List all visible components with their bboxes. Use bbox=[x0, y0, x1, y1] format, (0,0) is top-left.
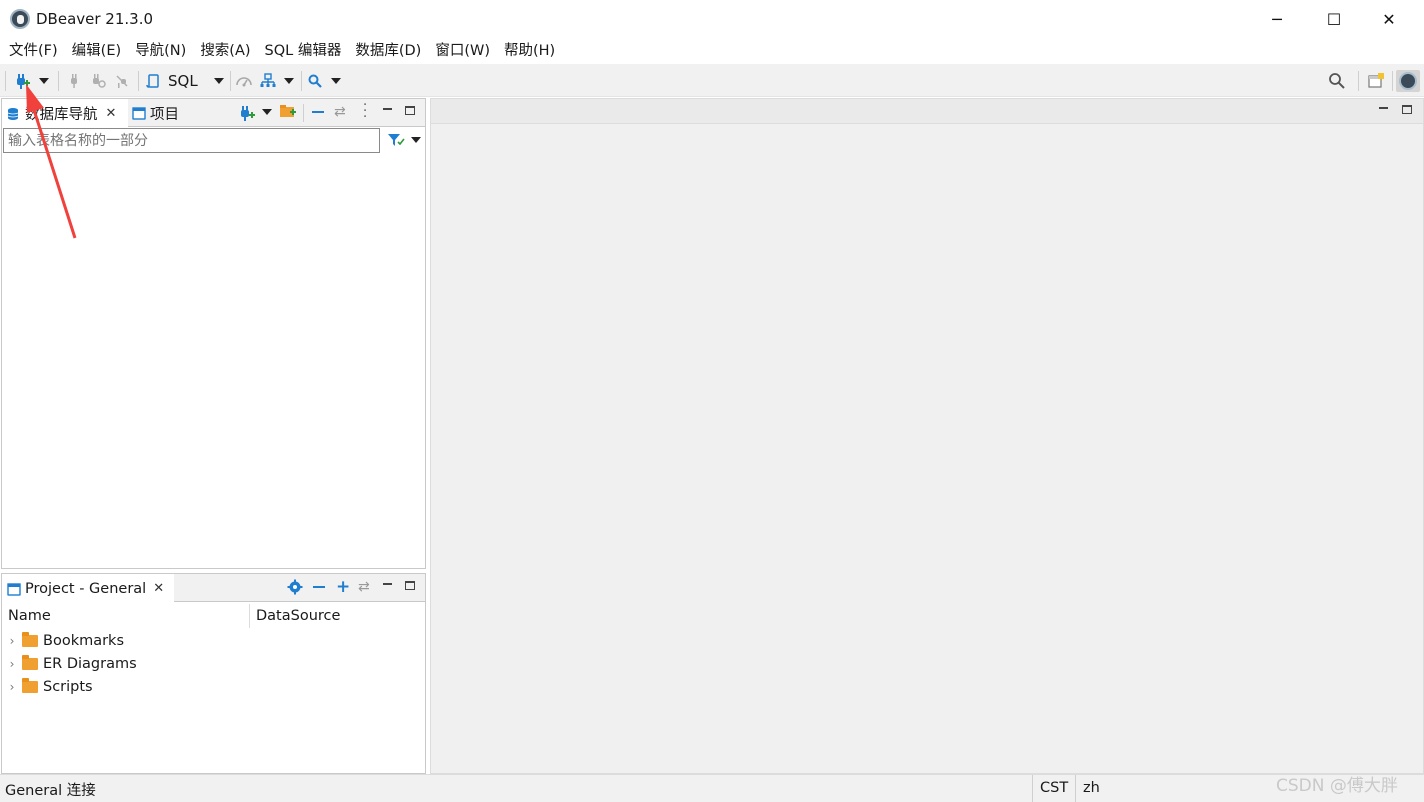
commit-mode-dropdown[interactable] bbox=[281, 70, 297, 92]
global-search-button[interactable] bbox=[1326, 70, 1348, 92]
search-icon bbox=[1329, 73, 1345, 89]
new-connection-dropdown[interactable] bbox=[262, 109, 272, 115]
project-icon bbox=[7, 582, 21, 596]
toolbar-separator bbox=[301, 71, 302, 91]
scripts-folder-icon bbox=[22, 677, 38, 693]
view-menu-icon[interactable]: · · · bbox=[363, 99, 367, 124]
maximize-button[interactable]: ☐ bbox=[1311, 0, 1357, 38]
link-with-editor-icon[interactable]: ⇄ bbox=[358, 579, 370, 595]
search-icon bbox=[308, 74, 322, 88]
editor-tabstrip bbox=[431, 99, 1423, 124]
active-project-status: General 连接 bbox=[5, 783, 96, 799]
plug-plus-icon bbox=[241, 106, 255, 121]
chevron-right-icon[interactable]: › bbox=[2, 657, 22, 671]
minimize-view-icon[interactable] bbox=[383, 108, 392, 110]
sql-script-icon bbox=[146, 74, 159, 88]
menu-bar: 文件(F) 编辑(E) 导航(N) 搜索(A) SQL 编辑器 数据库(D) 窗… bbox=[0, 38, 1424, 64]
main-toolbar: SQL bbox=[0, 64, 1424, 97]
tree-item-label: ER Diagrams bbox=[43, 655, 137, 672]
sql-editor-dropdown[interactable] bbox=[211, 70, 227, 92]
column-header-name[interactable]: Name bbox=[8, 604, 51, 628]
menu-database[interactable]: 数据库(D) bbox=[348, 38, 428, 64]
tree-item-er-diagrams[interactable]: › ER Diagrams bbox=[2, 652, 137, 675]
link-with-editor-icon[interactable]: ⇄ bbox=[334, 104, 346, 120]
menu-window[interactable]: 窗口(W) bbox=[428, 38, 497, 64]
minimize-button[interactable]: ─ bbox=[1254, 0, 1300, 38]
network-icon bbox=[260, 73, 276, 87]
watermark: CSDN @傅大胖 bbox=[1276, 776, 1398, 796]
locale-status: zh bbox=[1075, 775, 1105, 802]
close-icon[interactable]: ✕ bbox=[153, 581, 164, 596]
timezone-status: CST bbox=[1032, 775, 1074, 802]
open-perspective-icon bbox=[1368, 73, 1384, 88]
collapse-all-icon[interactable] bbox=[313, 586, 325, 588]
new-folder-icon bbox=[280, 105, 296, 117]
maximize-view-icon[interactable] bbox=[405, 581, 415, 590]
chevron-right-icon[interactable]: › bbox=[2, 680, 22, 694]
filter-options-button[interactable] bbox=[387, 132, 405, 152]
tree-item-label: Bookmarks bbox=[43, 632, 125, 649]
tab-label: Project - General bbox=[25, 580, 147, 597]
toolbar-separator bbox=[1392, 71, 1393, 91]
menu-navigate[interactable]: 导航(N) bbox=[128, 38, 193, 64]
menu-search[interactable]: 搜索(A) bbox=[193, 38, 257, 64]
chevron-down-icon bbox=[214, 78, 224, 84]
chevron-down-icon bbox=[284, 78, 294, 84]
filter-icon bbox=[388, 134, 405, 146]
minimize-view-icon[interactable] bbox=[1379, 107, 1388, 109]
annotation-arrow bbox=[26, 84, 77, 239]
sql-editor-button[interactable]: SQL bbox=[146, 70, 206, 92]
title-bar: DBeaver 21.3.0 ─ ☐ ✕ bbox=[0, 0, 1424, 38]
tree-item-bookmarks[interactable]: › Bookmarks bbox=[2, 629, 124, 652]
minimize-view-icon[interactable] bbox=[383, 583, 392, 585]
maximize-view-icon[interactable] bbox=[1402, 105, 1412, 114]
dbeaver-logo-icon bbox=[1399, 72, 1417, 90]
toolbar-separator bbox=[230, 71, 231, 91]
column-header-datasource[interactable]: DataSource bbox=[256, 604, 340, 628]
chevron-down-icon bbox=[411, 137, 421, 143]
new-folder-button[interactable] bbox=[279, 103, 297, 123]
search-button[interactable] bbox=[305, 70, 325, 92]
bookmarks-folder-icon bbox=[22, 631, 38, 647]
chevron-down-icon bbox=[262, 109, 272, 115]
tree-item-label: Scripts bbox=[43, 678, 93, 695]
gauge-icon bbox=[236, 77, 252, 87]
tree-item-scripts[interactable]: › Scripts bbox=[2, 675, 93, 698]
tab-project-general[interactable]: Project - General ✕ bbox=[2, 574, 174, 603]
sql-editor-label: SQL bbox=[168, 72, 198, 90]
project-panel: Project - General ✕ + ⇄ Name DataSource … bbox=[1, 573, 426, 774]
menu-help[interactable]: 帮助(H) bbox=[497, 38, 562, 64]
close-button[interactable]: ✕ bbox=[1366, 0, 1412, 38]
chevron-right-icon[interactable]: › bbox=[2, 634, 22, 648]
search-dropdown[interactable] bbox=[328, 70, 344, 92]
menu-sql-editor[interactable]: SQL 编辑器 bbox=[258, 38, 349, 64]
tab-label: 项目 bbox=[150, 106, 179, 123]
commit-mode-button[interactable] bbox=[258, 70, 278, 92]
project-icon bbox=[132, 107, 146, 120]
toolbar-separator bbox=[303, 104, 304, 122]
project-tabstrip: Project - General ✕ + ⇄ bbox=[2, 574, 425, 603]
tab-projects[interactable]: 项目 bbox=[132, 99, 179, 127]
new-connection-button[interactable] bbox=[238, 104, 256, 126]
editor-area bbox=[430, 98, 1424, 774]
configure-button[interactable] bbox=[287, 579, 303, 599]
transaction-mode-button[interactable] bbox=[234, 70, 254, 92]
column-divider bbox=[249, 604, 250, 628]
collapse-all-icon[interactable] bbox=[312, 111, 324, 113]
dbeaver-perspective-button[interactable] bbox=[1396, 70, 1420, 92]
expand-all-icon[interactable]: + bbox=[336, 577, 350, 597]
open-perspective-button[interactable] bbox=[1365, 70, 1387, 92]
toolbar-separator bbox=[138, 71, 139, 91]
er-diagrams-folder-icon bbox=[22, 654, 38, 670]
maximize-view-icon[interactable] bbox=[405, 106, 415, 115]
gear-icon bbox=[287, 579, 303, 595]
toolbar-separator bbox=[1358, 71, 1359, 91]
filter-dropdown[interactable] bbox=[411, 137, 421, 143]
status-bar: General 连接 CST zh bbox=[0, 774, 1424, 802]
chevron-down-icon bbox=[331, 78, 341, 84]
